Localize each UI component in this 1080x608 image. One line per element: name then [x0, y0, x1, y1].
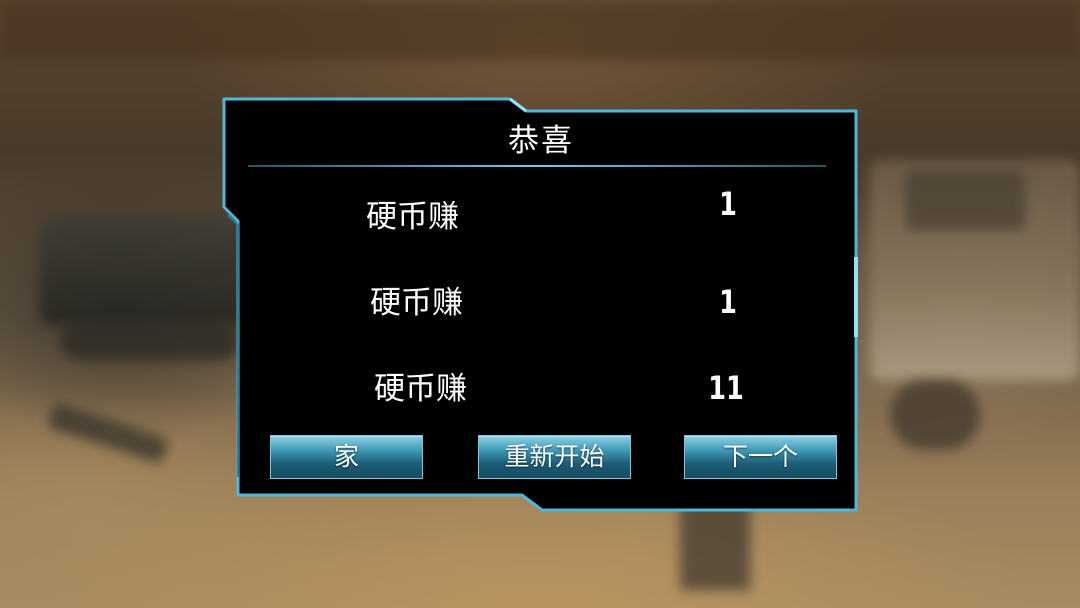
coins-earned-label-1: 硬币赚	[366, 199, 459, 235]
background-vehicle-left-base	[60, 320, 240, 360]
coins-earned-label-2: 硬币赚	[370, 285, 463, 321]
background-tower	[680, 500, 750, 590]
title-divider	[248, 165, 826, 167]
coins-earned-value-2: 1	[719, 283, 737, 321]
coins-earned-value-1: 1	[719, 185, 737, 223]
level-complete-dialog: 恭喜 硬币赚 1 硬币赚 1 硬币赚 11 家 重新开始 下一个	[222, 97, 860, 512]
background-truck-wheel	[890, 380, 980, 450]
background-vehicle-left	[40, 215, 250, 325]
background-dust	[0, 0, 1080, 60]
home-button[interactable]: 家	[270, 435, 423, 479]
next-level-button[interactable]: 下一个	[684, 435, 837, 479]
background-gun-left	[46, 402, 170, 464]
dialog-title: 恭喜	[508, 123, 574, 159]
restart-button[interactable]: 重新开始	[478, 435, 631, 479]
coins-earned-value-3: 11	[708, 369, 744, 407]
coins-earned-label-3: 硬币赚	[374, 371, 467, 407]
background-truck-detail	[905, 170, 1025, 230]
